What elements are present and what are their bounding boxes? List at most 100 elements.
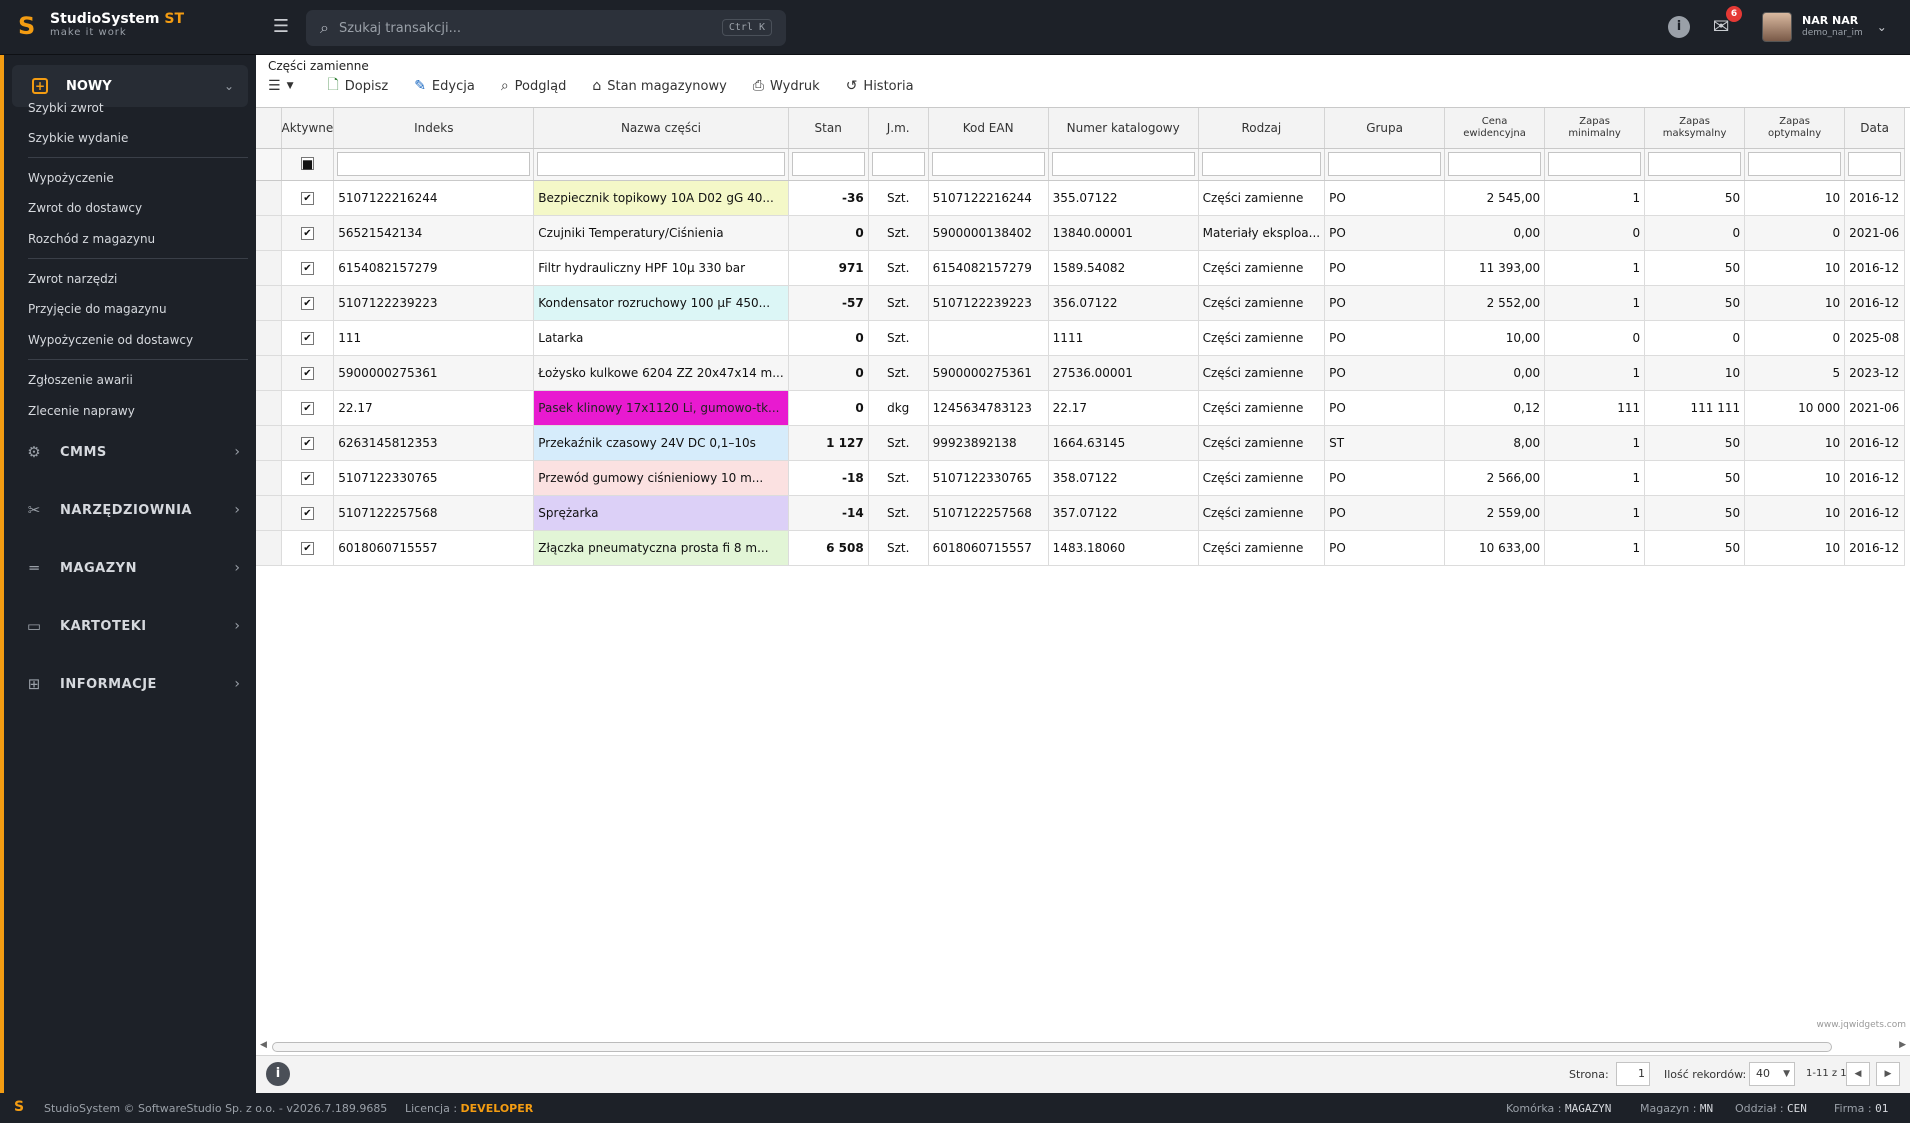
wydruk-button[interactable]: ⎙ Wydruk	[753, 78, 820, 94]
cell-nazwa[interactable]: Bezpiecznik topikowy 10A D02 gG 40...	[533, 180, 789, 216]
cell-aktywne[interactable]: ✔	[281, 460, 335, 496]
cell-rodzaj[interactable]: Części zamienne	[1198, 425, 1326, 461]
info-icon[interactable]: i	[1668, 16, 1690, 38]
column-header-zapas-opt[interactable]: Zapas optymalny	[1744, 108, 1846, 149]
dopisz-button[interactable]: 🗋 Dopisz	[327, 74, 388, 98]
cell-stan[interactable]: 1 127	[788, 425, 869, 461]
cell-indeks[interactable]: 5107122216244	[333, 180, 535, 216]
cell-ean[interactable]: 6018060715557	[928, 530, 1049, 566]
historia-button[interactable]: ↺ Historia	[846, 78, 914, 94]
table-row[interactable]: ✔ 5107122330765 Przewód gumowy ciśnieniowy…	[256, 460, 1906, 496]
row-header-cell[interactable]	[256, 250, 282, 286]
cell-grupa[interactable]: PO	[1324, 285, 1446, 321]
table-row[interactable]: ✔ 5900000275361 Łożysko kulkowe 6204 ZZ 20…	[256, 355, 1906, 391]
cell-cena[interactable]: 2 552,00	[1444, 285, 1546, 321]
cell-jm[interactable]: Szt.	[868, 460, 929, 496]
filter-ean-input[interactable]	[931, 152, 1045, 176]
cell-jm[interactable]: Szt.	[868, 285, 929, 321]
active-checkbox[interactable]: ✔	[300, 297, 314, 310]
cell-cena[interactable]: 10,00	[1444, 320, 1546, 356]
row-header-cell[interactable]	[256, 495, 282, 531]
cell-rodzaj[interactable]: Materiały eksploa...	[1198, 215, 1326, 251]
cell-zopt[interactable]: 10	[1744, 530, 1846, 566]
cell-zmax[interactable]: 50	[1644, 425, 1746, 461]
scrollbar-thumb[interactable]	[272, 1042, 1832, 1052]
cell-nazwa[interactable]: Przekaźnik czasowy 24V DC 0,1–10s	[533, 425, 789, 461]
columns-menu-button[interactable]: ☰ ▼	[268, 78, 293, 94]
cell-indeks[interactable]: 6154082157279	[333, 250, 535, 286]
cell-zmin[interactable]: 111	[1544, 390, 1646, 426]
cell-zmax[interactable]: 111 111	[1644, 390, 1746, 426]
cell-zmin[interactable]: 0	[1544, 320, 1646, 356]
row-header-cell[interactable]	[256, 285, 282, 321]
active-checkbox[interactable]: ✔	[300, 192, 314, 205]
podglad-button[interactable]: ⌕ Podgląd	[501, 78, 567, 94]
table-row[interactable]: ✔ 6154082157279 Filtr hydrauliczny HPF 10µ…	[256, 250, 1906, 286]
cell-zopt[interactable]: 10	[1744, 425, 1846, 461]
column-header-indeks[interactable]: Indeks	[333, 108, 535, 149]
cell-aktywne[interactable]: ✔	[281, 250, 335, 286]
cell-katalog[interactable]: 1483.18060	[1048, 530, 1199, 566]
cell-zmin[interactable]: 1	[1544, 495, 1646, 531]
filter-aktywne[interactable]: ■	[281, 148, 335, 181]
sidebar-section-informacje[interactable]: ⊞ INFORMACJE ›	[24, 669, 244, 699]
user-menu[interactable]: NAR NAR demo_nar_im ⌄	[1762, 12, 1887, 42]
cell-stan[interactable]: 6 508	[788, 530, 869, 566]
cell-jm[interactable]: Szt.	[868, 355, 929, 391]
cell-jm[interactable]: Szt.	[868, 530, 929, 566]
sidebar-item-przyjecie[interactable]: Przyjęcie do magazynu	[28, 302, 167, 316]
sidebar-item-szybki-zwrot[interactable]: Szybki zwrot	[28, 101, 104, 115]
sidebar-item-wypozyczenie[interactable]: Wypożyczenie	[28, 171, 114, 185]
filter-zmax-input[interactable]	[1648, 152, 1742, 176]
cell-stan[interactable]: -18	[788, 460, 869, 496]
cell-data[interactable]: 2016-12	[1844, 425, 1906, 461]
cell-zmax[interactable]: 50	[1644, 495, 1746, 531]
column-header-zapas-max[interactable]: Zapas maksymalny	[1644, 108, 1746, 149]
cell-aktywne[interactable]: ✔	[281, 215, 335, 251]
horizontal-scrollbar[interactable]: ◀ ▶	[256, 1038, 1910, 1054]
cell-rodzaj[interactable]: Części zamienne	[1198, 250, 1326, 286]
active-checkbox[interactable]: ✔	[300, 332, 314, 345]
cell-stan[interactable]: 0	[788, 320, 869, 356]
cell-cena[interactable]: 2 566,00	[1444, 460, 1546, 496]
sidebar-item-zlecenie-naprawy[interactable]: Zlecenie naprawy	[28, 404, 135, 418]
pager-next-button[interactable]: ▶	[1876, 1062, 1900, 1086]
sidebar-section-magazyn[interactable]: ═ MAGAZYN ›	[24, 553, 244, 583]
cell-katalog[interactable]: 1111	[1048, 320, 1199, 356]
cell-rodzaj[interactable]: Części zamienne	[1198, 390, 1326, 426]
cell-rodzaj[interactable]: Części zamienne	[1198, 495, 1326, 531]
cell-zmax[interactable]: 0	[1644, 320, 1746, 356]
row-header-cell[interactable]	[256, 530, 282, 566]
cell-aktywne[interactable]: ✔	[281, 355, 335, 391]
cell-zopt[interactable]: 0	[1744, 320, 1846, 356]
row-header-cell[interactable]	[256, 180, 282, 216]
column-header-zapas-min[interactable]: Zapas minimalny	[1544, 108, 1646, 149]
cell-grupa[interactable]: PO	[1324, 215, 1446, 251]
filter-zmin-input[interactable]	[1548, 152, 1642, 176]
cell-zmax[interactable]: 50	[1644, 180, 1746, 216]
table-row[interactable]: ✔ 111 Latarka 0 Szt. 1111 Części zamienne PO 10,…	[256, 320, 1906, 356]
filter-grupa-input[interactable]	[1328, 152, 1442, 176]
cell-grupa[interactable]: PO	[1324, 355, 1446, 391]
cell-data[interactable]: 2016-12	[1844, 180, 1906, 216]
scroll-right-icon[interactable]: ▶	[1899, 1040, 1906, 1050]
filter-jm-input[interactable]	[871, 152, 925, 176]
cell-aktywne[interactable]: ✔	[281, 530, 335, 566]
edycja-button[interactable]: ✎ Edycja	[414, 78, 475, 94]
cell-stan[interactable]: -36	[788, 180, 869, 216]
cell-aktywne[interactable]: ✔	[281, 425, 335, 461]
menu-toggle-icon[interactable]: ☰	[270, 16, 292, 38]
cell-rodzaj[interactable]: Części zamienne	[1198, 180, 1326, 216]
search-input[interactable]	[338, 20, 699, 36]
cell-jm[interactable]: Szt.	[868, 320, 929, 356]
search-box[interactable]: ⌕ Ctrl K	[306, 10, 786, 46]
cell-aktywne[interactable]: ✔	[281, 180, 335, 216]
cell-nazwa[interactable]: Sprężarka	[533, 495, 789, 531]
cell-zmax[interactable]: 10	[1644, 355, 1746, 391]
cell-ean[interactable]: 5900000275361	[928, 355, 1049, 391]
cell-data[interactable]: 2021-06	[1844, 215, 1906, 251]
active-checkbox[interactable]: ✔	[300, 542, 314, 555]
sidebar-item-zwrot-do-dostawcy[interactable]: Zwrot do dostawcy	[28, 201, 142, 215]
column-header-cena[interactable]: Cena ewidencyjna	[1444, 108, 1546, 149]
table-row[interactable]: ✔ 6018060715557 Złączka pneumatyczna prost…	[256, 530, 1906, 566]
